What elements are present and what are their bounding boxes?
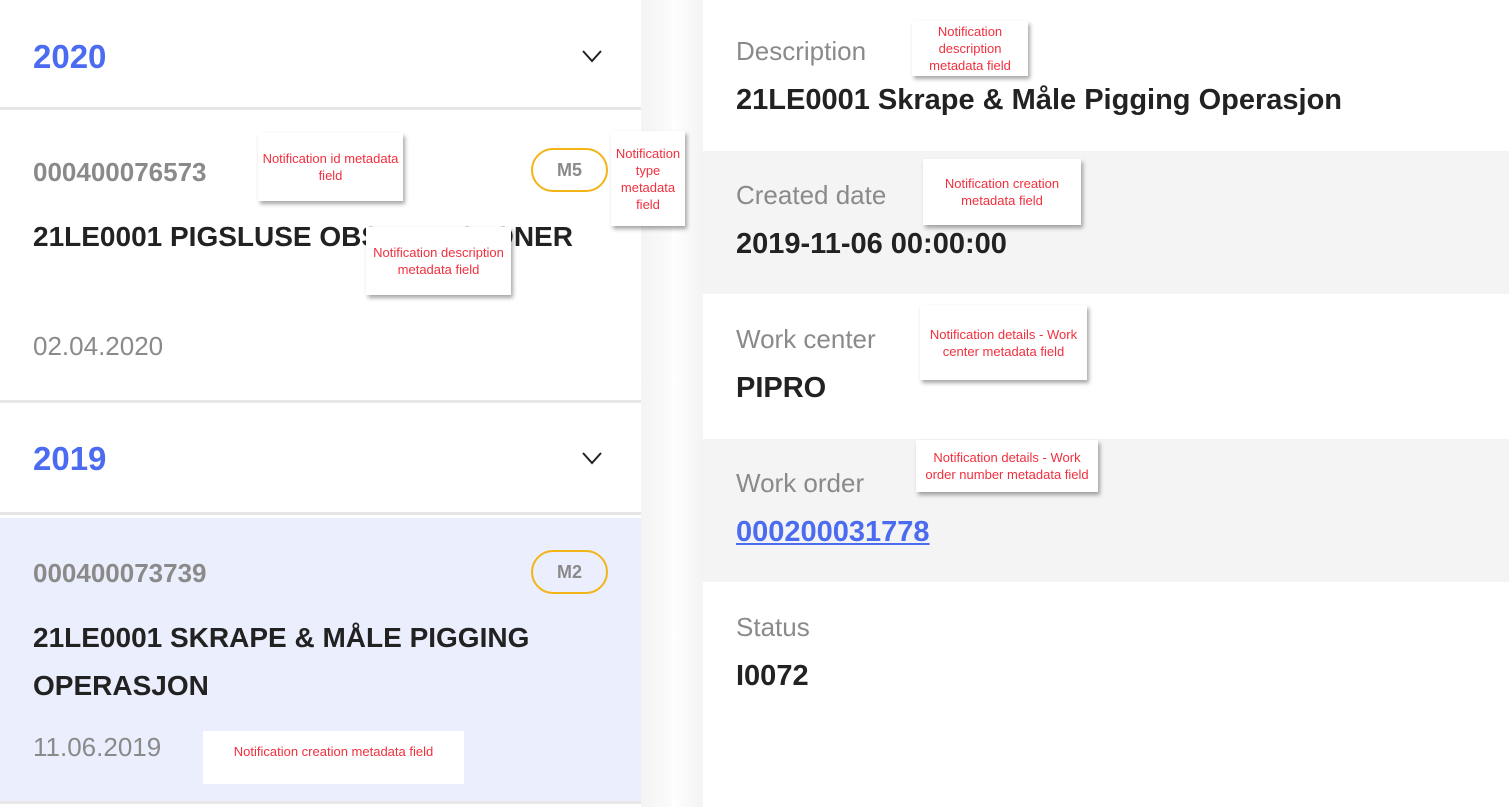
annotation-detail-work-center: Notification details - Work center metad… <box>920 305 1087 380</box>
notification-type-badge: M5 <box>531 148 608 192</box>
annotation-notification-id: Notification id metadata field <box>258 133 403 201</box>
year-label: 2020 <box>33 38 107 75</box>
field-value: I0072 <box>736 660 809 692</box>
field-value: 21LE0001 Skrape & Måle Pigging Operasjon <box>736 84 1342 116</box>
field-value: PIPRO <box>736 372 827 404</box>
detail-field-work-order: Work order 000200031778 <box>703 439 1509 582</box>
notification-details: Description 21LE0001 Skrape & Måle Piggi… <box>703 8 1509 807</box>
detail-field-status: Status I0072 <box>703 582 1509 807</box>
notification-description: 21LE0001 SKRAPE & MÅLE PIGGING OPERASJON <box>33 622 530 701</box>
work-order-link[interactable]: 000200031778 <box>736 516 930 549</box>
notification-list: 2020 000400076573 M5 21LE0001 PIGSLUSE O… <box>0 0 641 807</box>
notification-date: 11.06.2019 <box>33 732 162 762</box>
annotation-detail-work-order: Notification details - Work order number… <box>916 440 1098 492</box>
detail-field-created-date: Created date 2019-11-06 00:00:00 <box>703 151 1509 294</box>
chevron-down-icon[interactable] <box>581 48 603 64</box>
field-label: Work order <box>736 468 865 498</box>
field-label: Description <box>736 36 867 66</box>
annotation-list-description: Notification description metadata field <box>366 227 511 295</box>
annotation-notification-type: Notification type metadata field <box>611 131 685 226</box>
detail-field-work-center: Work center PIPRO <box>703 294 1509 439</box>
detail-field-description: Description 21LE0001 Skrape & Måle Piggi… <box>703 8 1509 151</box>
notification-type-badge: M2 <box>531 550 608 594</box>
year-group-header-2019[interactable]: 2019 <box>0 403 641 515</box>
field-label: Created date <box>736 180 887 210</box>
notification-id: 000400076573 <box>33 157 207 187</box>
notification-date: 02.04.2020 <box>33 331 164 361</box>
panel-divider <box>641 0 672 807</box>
annotation-detail-creation: Notification creation metadata field <box>923 159 1081 225</box>
year-label: 2019 <box>33 440 107 477</box>
field-label: Work center <box>736 324 876 354</box>
year-group-header-2020[interactable]: 2020 <box>0 0 641 110</box>
chevron-down-icon[interactable] <box>581 450 603 466</box>
field-value: 2019-11-06 00:00:00 <box>736 228 1007 260</box>
annotation-detail-description: Notification description metadata field <box>912 21 1028 76</box>
notification-id: 000400073739 <box>33 558 207 588</box>
field-label: Status <box>736 612 810 642</box>
panel-divider <box>672 0 703 807</box>
annotation-list-creation: Notification creation metadata field <box>203 731 464 784</box>
